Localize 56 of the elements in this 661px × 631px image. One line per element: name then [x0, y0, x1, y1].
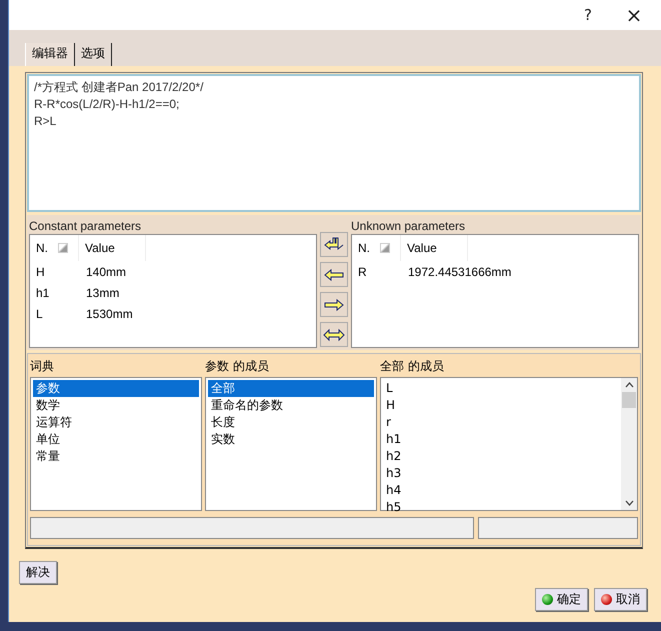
column-header[interactable]: N. — [30, 241, 58, 255]
list-item[interactable]: r — [383, 414, 619, 431]
list-title: 词典 — [30, 358, 55, 375]
list-item[interactable]: 全部 — [208, 380, 374, 397]
table-cell-text: R — [357, 264, 368, 278]
column-header[interactable]: Value — [78, 235, 146, 261]
transfer-button[interactable] — [320, 232, 348, 257]
ok-button[interactable]: 确定 — [535, 588, 588, 611]
list-item[interactable]: 长度 — [208, 414, 374, 431]
formula-line: R>L — [34, 113, 58, 130]
list-item[interactable]: h5 — [383, 499, 619, 516]
list-item[interactable]: L — [383, 380, 619, 397]
list-item[interactable]: 重命名的参数 — [208, 397, 374, 414]
cancel-button[interactable]: 取消 — [594, 588, 647, 611]
column-header[interactable]: Value — [400, 235, 468, 261]
table-cell-text: h1 — [35, 286, 50, 300]
table-cell-text: 1972.44531666mm — [407, 264, 512, 278]
table-cell-text: H — [35, 264, 46, 278]
list-item[interactable]: h3 — [383, 465, 619, 482]
transfer-button[interactable] — [320, 262, 348, 287]
list-item[interactable]: H — [383, 397, 619, 414]
list-item[interactable]: 数学 — [33, 397, 199, 414]
list-item[interactable]: 运算符 — [33, 414, 199, 431]
table-cell-text: L — [35, 306, 44, 320]
formula-line: R-R*cos(L/2/R)-H-h1/2==0; — [34, 96, 180, 113]
solve-button[interactable]: 解决 — [19, 561, 57, 584]
confirm-ball-icon — [542, 594, 553, 605]
table-cell-text: 13mm — [85, 286, 120, 300]
column-header[interactable]: N. — [352, 241, 380, 255]
list-item[interactable]: 实数 — [208, 431, 374, 448]
list-item[interactable]: 常量 — [33, 448, 199, 465]
sort-icon[interactable] — [58, 243, 68, 253]
scroll-bar[interactable] — [621, 378, 637, 510]
scroll-thumb[interactable] — [622, 392, 636, 408]
help-button[interactable]: ? — [575, 6, 601, 24]
sort-icon[interactable] — [380, 243, 390, 253]
scroll-up-icon[interactable] — [624, 382, 634, 388]
list-item[interactable]: 参数 — [33, 380, 199, 397]
table-cell-text: 1530mm — [85, 306, 133, 320]
list-item[interactable]: h4 — [383, 482, 619, 499]
list-item[interactable]: 单位 — [33, 431, 199, 448]
transfer-button[interactable] — [320, 322, 348, 347]
list-item[interactable]: h2 — [383, 448, 619, 465]
formula-line: /*方程式 创建者Pan 2017/2/20*/ — [34, 79, 204, 96]
cancel-ball-icon — [601, 594, 612, 605]
section-title: Unknown parameters — [351, 218, 466, 234]
scroll-down-icon[interactable] — [624, 500, 634, 506]
tab[interactable]: 编辑器 — [25, 43, 75, 66]
list-title: 参数 的成员 — [205, 358, 270, 375]
table-cell-text: 140mm — [85, 264, 126, 278]
close-button[interactable]: × — [621, 3, 647, 27]
list-title: 全部 的成员 — [380, 358, 445, 375]
section-title: Constant parameters — [29, 218, 142, 234]
formula-editor[interactable]: /*方程式 创建者Pan 2017/2/20*/ R-R*cos(L/2/R)-H-h1/2==0; R>L — [27, 74, 641, 212]
list-item[interactable]: h1 — [383, 431, 619, 448]
transfer-button[interactable] — [320, 292, 348, 317]
